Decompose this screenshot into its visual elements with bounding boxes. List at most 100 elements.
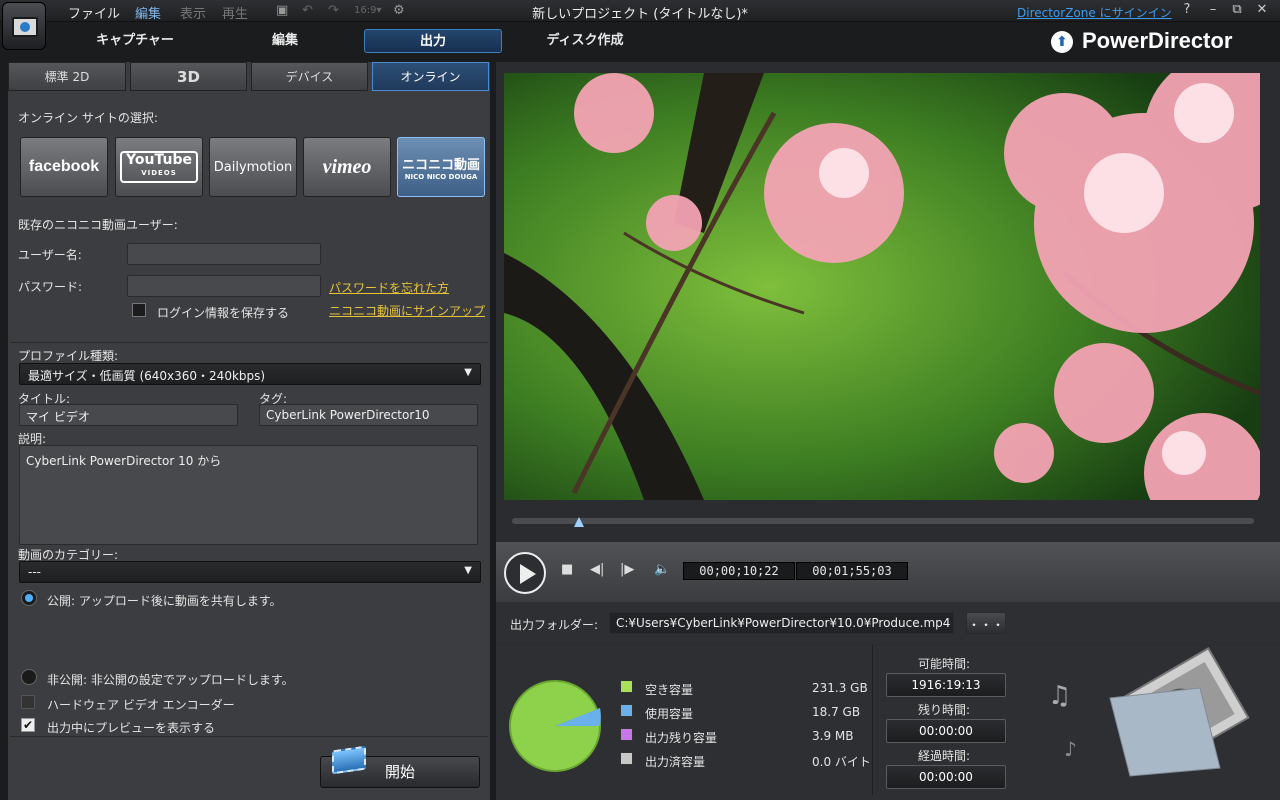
elapsed-time-value: 00:00:00 — [886, 765, 1006, 789]
menu-view[interactable]: 表示 — [180, 3, 206, 22]
divider — [872, 645, 873, 795]
divider — [10, 736, 488, 737]
site-dailymotion-button[interactable]: Dailymotion — [209, 137, 297, 197]
done-space-value: 0.0 バイト — [812, 755, 871, 769]
directorzone-signin-link[interactable]: DirectorZone にサインイン — [1017, 4, 1172, 21]
title-input[interactable]: マイ ビデオ — [19, 404, 238, 426]
tab-online[interactable]: オンライン — [372, 62, 489, 91]
remaining-time-label: 残り時間: — [918, 703, 971, 717]
password-input[interactable] — [127, 275, 321, 297]
minimize-button[interactable]: – — [1203, 2, 1223, 20]
mode-produce[interactable]: 出力 — [364, 29, 502, 53]
output-illustration-icon: ♫ ♪ — [1048, 646, 1250, 777]
used-space-value: 18.7 GB — [812, 705, 861, 719]
remaining-space-swatch — [620, 728, 633, 741]
site-youtube-button[interactable]: YouTube VIDEOS — [115, 137, 203, 197]
existing-user-label: 既存のニコニコ動画ユーザー: — [18, 218, 178, 232]
site-select-label: オンライン サイトの選択: — [18, 111, 158, 125]
show-preview-label: 出力中にプレビューを表示する — [47, 721, 216, 735]
upload-icon: ⬆ — [1051, 31, 1073, 53]
preview-image — [504, 73, 1260, 500]
tab-3d[interactable]: 3D — [130, 62, 247, 91]
disk-usage-pie — [509, 680, 601, 772]
public-radio[interactable] — [21, 590, 37, 606]
niconico-logo-text: ニコニコ動画 — [401, 157, 480, 173]
done-space-swatch — [620, 752, 633, 765]
mode-capture[interactable]: キャプチャー — [80, 29, 190, 53]
description-textarea[interactable]: CyberLink PowerDirector 10 から — [19, 445, 478, 545]
dropdown-arrow-icon: ▼ — [464, 565, 472, 576]
category-dropdown[interactable]: --- ▼ — [19, 561, 481, 583]
used-space-swatch — [620, 704, 633, 717]
help-button[interactable]: ? — [1177, 2, 1197, 20]
total-timecode: 00;01;55;03 — [796, 562, 908, 580]
save-icon[interactable]: ▣ — [276, 3, 288, 18]
password-label: パスワード: — [18, 280, 83, 294]
volume-icon[interactable]: 🔈 — [654, 562, 670, 577]
film-icon — [330, 742, 370, 776]
private-radio[interactable] — [21, 669, 37, 685]
remaining-space-value: 3.9 MB — [812, 729, 854, 743]
used-space-label: 使用容量 — [645, 707, 694, 721]
stop-icon[interactable]: ■ — [561, 562, 573, 577]
forgot-password-link[interactable]: パスワードを忘れた方 — [329, 279, 449, 296]
brand-name: PowerDirector — [1082, 28, 1233, 53]
menu-file[interactable]: ファイル — [68, 3, 120, 22]
mode-disc[interactable]: ディスク作成 — [530, 29, 640, 53]
youtube-logo: YouTube VIDEOS — [120, 151, 198, 183]
video-preview — [504, 73, 1260, 500]
private-label: 非公開: 非公開の設定でアップロードします。 — [47, 673, 294, 687]
previous-frame-icon[interactable]: ◀| — [590, 562, 604, 577]
category-value: --- — [28, 565, 41, 579]
facebook-logo: facebook — [28, 158, 100, 175]
free-space-label: 空き容量 — [645, 683, 694, 697]
browse-button[interactable]: ・・・ — [966, 612, 1006, 634]
svg-text:♫: ♫ — [1048, 681, 1071, 711]
show-preview-checkbox[interactable]: ✔ — [21, 718, 35, 732]
aspect-ratio-icon[interactable]: 16:9▾ — [354, 5, 381, 16]
tab-standard-2d[interactable]: 標準 2D — [8, 62, 126, 91]
undo-icon[interactable]: ↶ — [302, 3, 313, 18]
film-icon — [12, 17, 38, 37]
youtube-logo-text: YouTube — [126, 152, 192, 168]
site-vimeo-button[interactable]: vimeo — [303, 137, 391, 197]
menu-edit[interactable]: 編集 — [135, 3, 161, 22]
profile-type-label: プロファイル種類: — [18, 349, 119, 363]
site-facebook-button[interactable]: facebook — [20, 137, 108, 197]
close-button[interactable]: ✕ — [1252, 2, 1272, 20]
save-login-checkbox[interactable] — [132, 303, 146, 317]
remaining-time-value: 00:00:00 — [886, 719, 1006, 743]
hw-encoder-checkbox[interactable] — [21, 695, 35, 709]
seek-bar[interactable] — [512, 518, 1254, 524]
output-folder-label: 出力フォルダー: — [510, 618, 599, 632]
site-niconico-button[interactable]: ニコニコ動画 NICO NICO DOUGA — [397, 137, 485, 197]
app-logo — [2, 2, 46, 50]
niconico-signup-link[interactable]: ニコニコ動画にサインアップ — [329, 302, 485, 319]
mode-edit[interactable]: 編集 — [240, 29, 330, 53]
start-label: 開始 — [384, 763, 415, 781]
save-login-label: ログイン情報を保存する — [157, 306, 290, 320]
current-timecode: 00;00;10;22 — [683, 562, 795, 580]
profile-type-dropdown[interactable]: 最適サイズ・低画質 (640x360・240kbps) ▼ — [19, 363, 481, 385]
profile-type-value: 最適サイズ・低画質 (640x360・240kbps) — [28, 369, 266, 383]
output-folder-input[interactable]: C:¥Users¥CyberLink¥PowerDirector¥10.0¥Pr… — [609, 612, 954, 634]
play-button[interactable] — [504, 552, 546, 594]
next-frame-icon[interactable]: |▶ — [620, 562, 634, 577]
free-space-swatch — [620, 680, 633, 693]
tag-input[interactable]: CyberLink PowerDirector10 — [259, 404, 478, 426]
remaining-space-label: 出力残り容量 — [645, 731, 718, 745]
redo-icon[interactable]: ↷ — [328, 3, 339, 18]
available-time-label: 可能時間: — [918, 657, 971, 671]
restore-button[interactable]: ⧉ — [1227, 2, 1247, 20]
seek-handle[interactable] — [573, 517, 584, 527]
gear-icon[interactable]: ⚙ — [393, 3, 405, 18]
svg-text:♪: ♪ — [1064, 737, 1077, 761]
username-input[interactable] — [127, 243, 321, 265]
done-space-label: 出力済容量 — [645, 755, 706, 769]
menu-play[interactable]: 再生 — [222, 3, 248, 22]
public-label: 公開: アップロード後に動画を共有します。 — [47, 594, 282, 608]
divider — [10, 342, 488, 343]
username-label: ユーザー名: — [18, 248, 82, 262]
free-space-value: 231.3 GB — [812, 681, 868, 695]
tab-device[interactable]: デバイス — [251, 62, 368, 91]
